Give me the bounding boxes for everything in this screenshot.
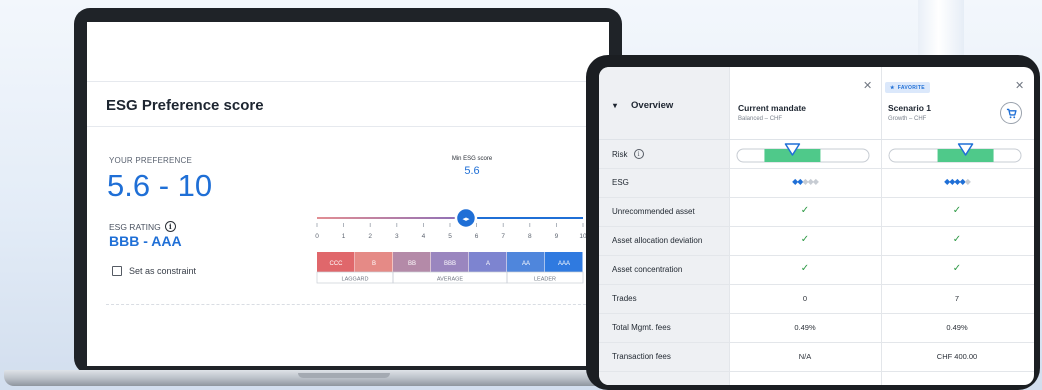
column-subtitle: Balanced – CHF [738,116,783,122]
leaf-icon: ◆ [812,177,819,186]
table-row-transaction-fees: Transaction fees N/A CHF 400.00 [599,343,1034,372]
checkbox-box[interactable] [112,266,122,276]
column-subtitle: Growth – CHF [888,116,927,122]
row-label: Trades [612,294,637,303]
rating-group-label: LEADER [534,277,556,283]
slider-tick-label: 0 [315,233,319,240]
rating-segment-label: B [372,261,376,267]
row-label: Total Mgmt. fees [612,323,671,332]
column-title: Current mandate [738,103,807,113]
leaf-icon: ◆ [964,177,971,186]
tablet-screen: ▾ Overview ✕ Current mandate Balanced – … [599,67,1034,385]
cart-icon [1006,108,1017,118]
slider-tick-label: 9 [555,233,559,240]
slider-tick-label: 2 [368,233,372,240]
slider-tick-label: 7 [501,233,505,240]
row-label: Unrecommended asset [612,207,695,216]
rating-segment-label: BB [408,261,416,267]
add-to-cart-button[interactable] [1000,102,1022,124]
cell-value: N/A [798,352,812,361]
set-as-constraint-checkbox[interactable]: Set as constraint [112,266,196,276]
row-label: ESG [612,178,629,187]
esg-leaf-rating: ◆◆◆◆◆ [882,177,1032,186]
esg-rating-value: BBB - AAA [109,233,182,249]
check-icon: ✓ [952,205,962,216]
rating-segment-label: BBB [444,261,456,267]
cell-value: 0 [802,294,808,303]
rating-segment-label: A [486,261,490,267]
card-title: ESG Preference score [106,97,264,114]
table-row-esg: ESG ◆◆◆◆◆ ◆◆◆◆◆ [599,169,1034,198]
row-label: Risk i [612,149,644,159]
info-icon[interactable]: i [164,221,176,232]
constraint-label: Set as constraint [129,266,197,276]
slider-track-right [465,217,583,219]
check-icon: ✓ [800,205,810,216]
check-icon: ✓ [952,234,962,245]
favorite-badge: ★ FAVORITE [885,82,930,93]
chevron-down-icon: ▾ [613,101,618,110]
row-label: Asset allocation deviation [612,236,703,245]
table-row-unrecommended-asset: Unrecommended asset ✓ ✓ [599,198,1034,227]
cell-value: CHF 400.00 [936,352,978,361]
rating-segment-label: CCC [330,261,344,267]
preference-value: 5.6 - 10 [107,168,213,203]
table-row-trades: Trades 0 7 [599,285,1034,314]
cell-value: 7 [954,294,960,303]
info-icon[interactable]: i [633,149,644,159]
table-row-asset-concentration: Asset concentration ✓ ✓ [599,256,1034,285]
esg-rating-label-row: ESG RATING i [109,221,176,232]
check-icon: ✓ [800,234,810,245]
content-divider [106,304,596,305]
slider-tick-label: 8 [528,233,532,240]
table-row-mgmt-fees: Total Mgmt. fees 0.49% 0.49% [599,314,1034,343]
slider-track-left [317,217,466,219]
slider-tick-label: 1 [342,233,346,240]
rating-group-label: LAGGARD [342,277,369,283]
esg-leaf-rating: ◆◆◆◆◆ [730,177,880,186]
rating-segment-label: AAA [558,261,570,267]
risk-indicator [736,143,870,163]
overview-label: Overview [631,100,674,111]
check-icon: ✓ [952,263,962,274]
cell-value: 0.49% [946,323,968,332]
table-row-allocation-deviation: Asset allocation deviation ✓ ✓ [599,227,1034,256]
slider-value: 5.6 [464,165,480,177]
esg-rating-label: ESG RATING [109,221,161,232]
slider-tick-label: 5 [448,233,452,240]
rating-segment-label: AA [522,261,530,267]
table-row-risk: Risk i [599,140,1034,169]
row-label: Asset concentration [612,265,683,274]
esg-score-slider[interactable]: 0 1 2 3 4 5 6 7 8 9 10◂▸CCC B BB BBB A AA AAALAGGARD AVER… [315,182,587,292]
title-divider [87,126,609,127]
row-label: Transaction fees [612,352,671,361]
laptop-notch [298,373,390,378]
row-label-text: Risk [612,149,628,159]
column-title: Scenario 1 [888,103,931,113]
overview-toggle[interactable]: ▾ Overview [613,100,673,111]
cell-value: 0.49% [794,323,816,332]
favorite-label: FAVORITE [897,84,925,91]
slider-tick-label: 3 [395,233,399,240]
rating-group-label: AVERAGE [437,277,464,283]
slider-caption: Min ESG score [451,156,493,162]
risk-indicator [888,143,1022,163]
star-icon: ★ [890,84,895,91]
close-icon[interactable]: ✕ [863,79,872,92]
header-divider [87,81,609,82]
laptop-screen: ESG Preference score YOUR PREFERENCE 5.6… [87,22,609,366]
slider-tick-label: 4 [422,233,426,240]
check-icon: ✓ [800,263,810,274]
arrows-icon: ◂▸ [462,215,470,223]
close-icon[interactable]: ✕ [1015,79,1024,92]
preference-label: YOUR PREFERENCE [109,156,193,165]
slider-tick-label: 6 [475,233,479,240]
